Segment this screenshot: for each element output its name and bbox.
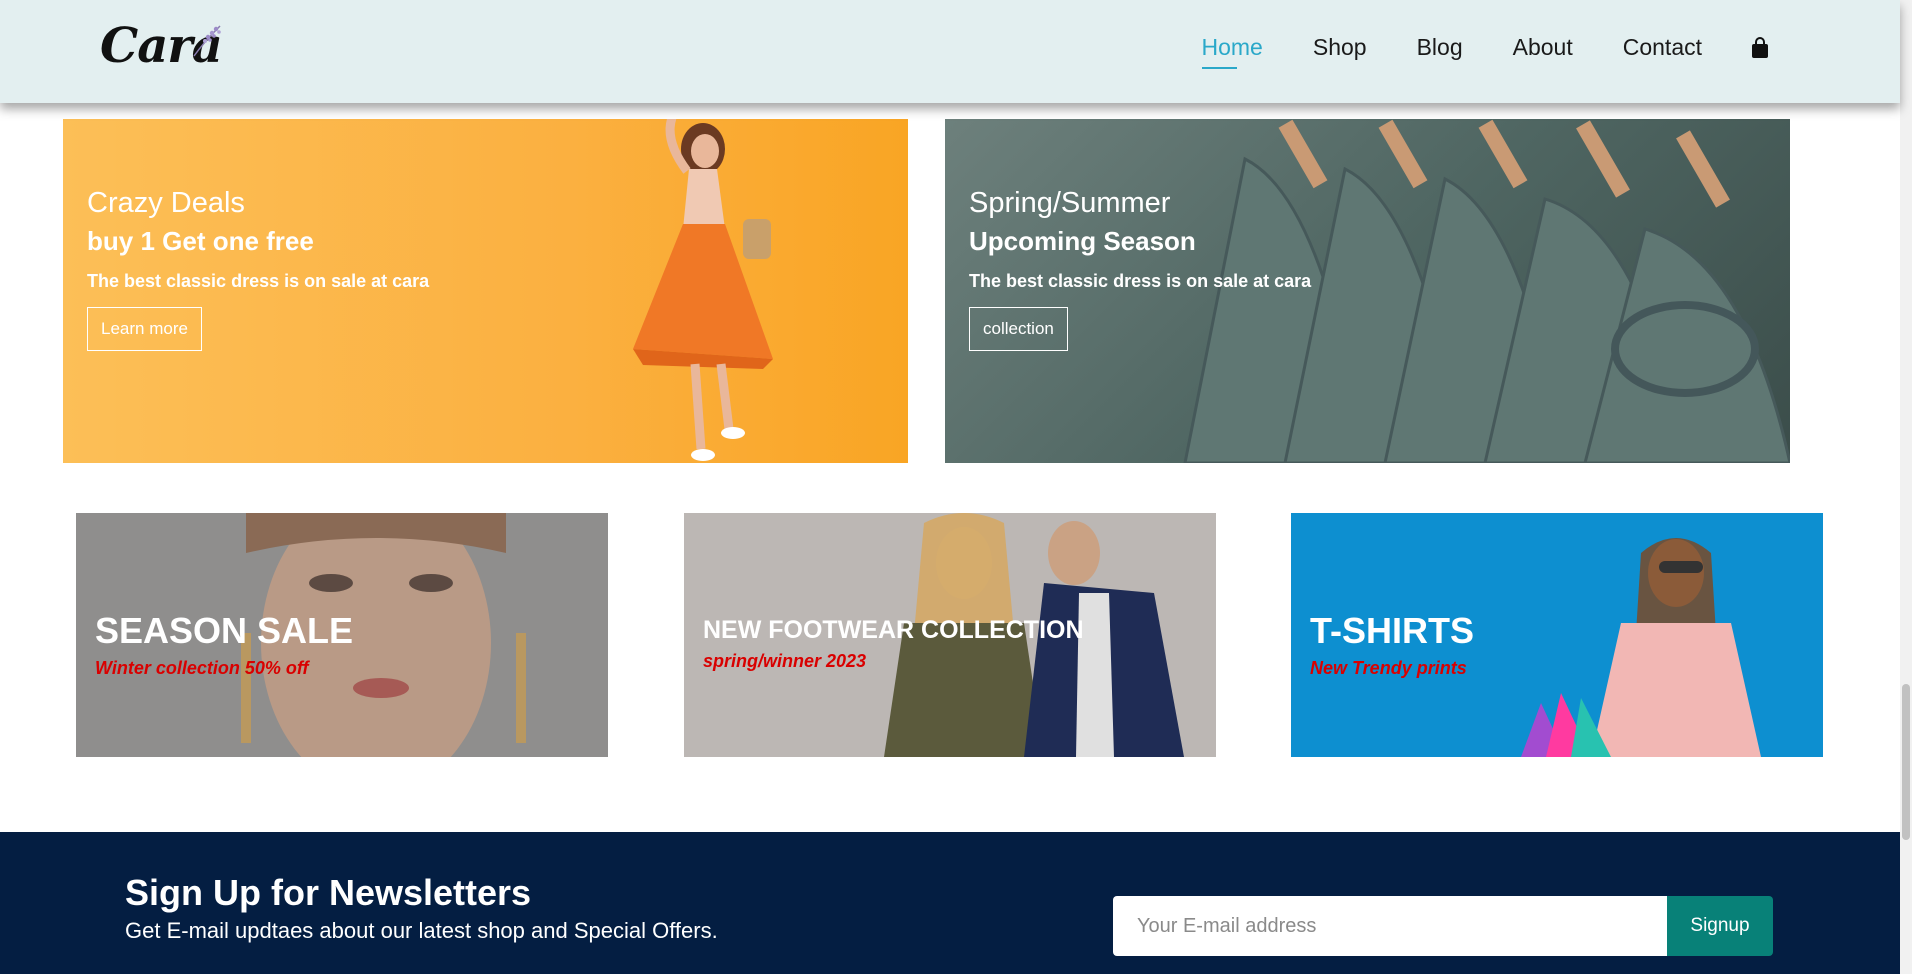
- newsletter-description: Get E-mail updtaes about our latest shop…: [125, 918, 718, 943]
- main-nav: Home Shop Blog About Contact: [1152, 34, 1771, 69]
- banner-headline: Upcoming Season: [969, 226, 1196, 256]
- banner-tshirts[interactable]: T-SHIRTS New Trendy prints: [1291, 513, 1823, 757]
- banner-subtext: Winter collection 50% off: [95, 658, 309, 678]
- newsletter-section: Sign Up for Newsletters Get E-mail updta…: [0, 832, 1900, 974]
- banner-spring-summer: Spring/Summer Upcoming Season The best c…: [945, 119, 1790, 463]
- banner-new-footwear[interactable]: NEW FOOTWEAR COLLECTION spring/winner 20…: [684, 513, 1216, 757]
- nav-shop[interactable]: Shop: [1313, 34, 1367, 61]
- nav-about[interactable]: About: [1513, 34, 1573, 61]
- banner-kicker: Crazy Deals: [87, 187, 245, 219]
- lavender-sprig-icon: [193, 25, 221, 57]
- banner-headline: SEASON SALE: [95, 610, 354, 651]
- banner-headline: NEW FOOTWEAR COLLECTION: [703, 616, 1084, 644]
- page-scrollbar[interactable]: [1900, 0, 1912, 974]
- nav-home[interactable]: Home: [1201, 34, 1263, 69]
- banner-text: Crazy Deals buy 1 Get one free The best …: [87, 187, 429, 351]
- nav-contact[interactable]: Contact: [1623, 34, 1702, 61]
- newsletter-form: Signup: [1113, 896, 1773, 956]
- collection-button[interactable]: collection: [969, 307, 1068, 351]
- banner-kicker: Spring/Summer: [969, 187, 1171, 219]
- learn-more-button[interactable]: Learn more: [87, 307, 202, 351]
- scrollbar-thumb[interactable]: [1902, 684, 1910, 840]
- banner-text: T-SHIRTS New Trendy prints: [1310, 610, 1474, 679]
- email-input[interactable]: [1113, 896, 1667, 956]
- banner-subtext: The best classic dress is on sale at car…: [87, 271, 430, 291]
- banner-subtext: The best classic dress is on sale at car…: [969, 271, 1312, 291]
- site-header: Cara Home Shop Blog About Contact: [0, 0, 1900, 103]
- shopping-bag-icon[interactable]: [1750, 36, 1770, 60]
- banner-crazy-deals: Crazy Deals buy 1 Get one free The best …: [63, 119, 908, 463]
- newsletter-title: Sign Up for Newsletters: [125, 872, 532, 913]
- banner-text: SEASON SALE Winter collection 50% off: [95, 610, 353, 679]
- banner-subtext: New Trendy prints: [1310, 658, 1467, 678]
- signup-button[interactable]: Signup: [1667, 896, 1773, 956]
- banner-text: NEW FOOTWEAR COLLECTION spring/winner 20…: [703, 610, 1084, 672]
- banner-season-sale[interactable]: SEASON SALE Winter collection 50% off: [76, 513, 608, 757]
- banner-headline: buy 1 Get one free: [87, 226, 314, 256]
- banner-headline: T-SHIRTS: [1310, 610, 1475, 651]
- banner-text: Spring/Summer Upcoming Season The best c…: [969, 187, 1311, 351]
- banner-subtext: spring/winner 2023: [703, 651, 867, 671]
- nav-blog[interactable]: Blog: [1417, 34, 1463, 61]
